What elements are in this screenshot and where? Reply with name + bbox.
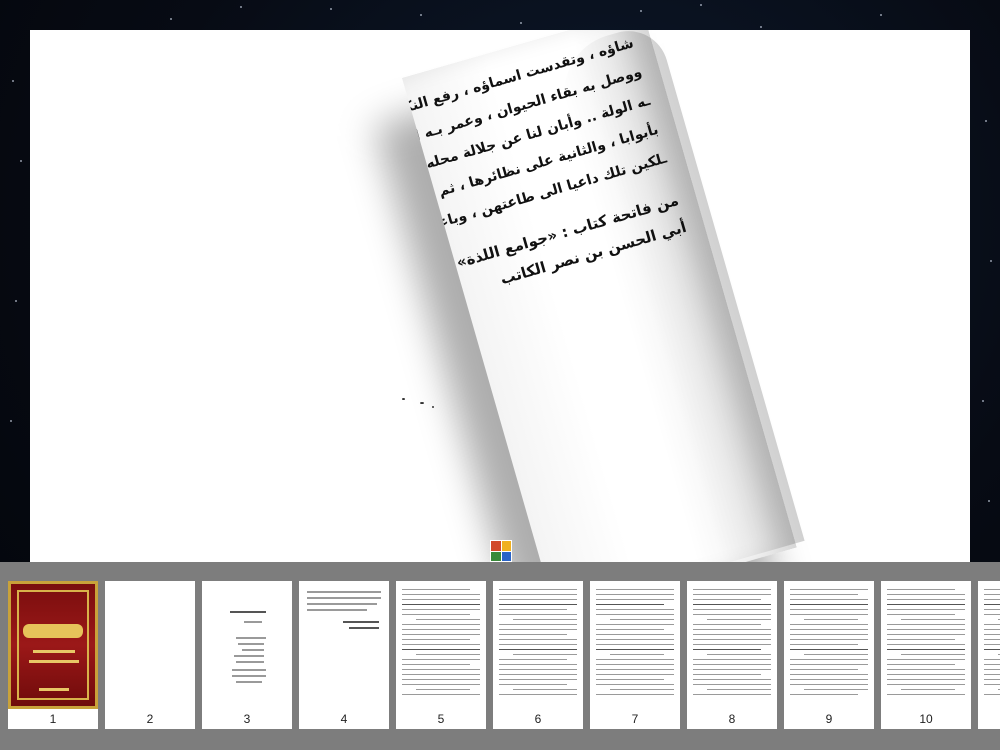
page-thumbnail[interactable]: 9: [784, 581, 874, 729]
star: [15, 300, 17, 302]
reader-page-view[interactable]: شاؤه ، وتقدست اسماؤه ، رفع النكاح ، وأعل…: [30, 30, 970, 562]
thumbnail-strip[interactable]: 1 2 3 4 5 6 7 8 9 10: [0, 562, 1000, 750]
app-logo-icon[interactable]: [490, 540, 512, 562]
star: [10, 420, 12, 422]
page-thumbnail[interactable]: 1: [8, 581, 98, 729]
scan-speck: [432, 406, 434, 408]
thumbnail-page-number: 9: [825, 712, 833, 726]
star: [170, 18, 172, 20]
star: [20, 160, 22, 162]
thumbnail-page-number: 6: [534, 712, 542, 726]
page-thumbnail[interactable]: 2: [105, 581, 195, 729]
page-thumbnail[interactable]: 5: [396, 581, 486, 729]
star: [420, 14, 422, 16]
page-thumbnail[interactable]: 3: [202, 581, 292, 729]
star: [760, 26, 762, 28]
page-thumbnail[interactable]: 6: [493, 581, 583, 729]
star: [12, 80, 14, 82]
star: [520, 22, 522, 24]
scan-speck: [420, 402, 424, 404]
thumbnail-page-number: 2: [146, 712, 154, 726]
page-thumbnail[interactable]: 10: [881, 581, 971, 729]
star: [988, 500, 990, 502]
thumbnail-page-number: 3: [243, 712, 251, 726]
thumbnail-page-number: 4: [340, 712, 348, 726]
star: [990, 260, 992, 262]
thumbnail-page-number: 7: [631, 712, 639, 726]
star: [700, 4, 702, 6]
star: [640, 10, 642, 12]
thumbnail-page-number: 10: [919, 712, 933, 726]
star: [240, 6, 242, 8]
page-thumbnail[interactable]: 8: [687, 581, 777, 729]
thumbnail-page-number: [978, 709, 1000, 729]
page-thumbnail[interactable]: 4: [299, 581, 389, 729]
star: [982, 400, 984, 402]
star: [985, 120, 987, 122]
scan-speck: [402, 398, 405, 400]
star: [330, 8, 332, 10]
thumbnail-page-number: 8: [728, 712, 736, 726]
thumbnail-page-number: 5: [437, 712, 445, 726]
page-thumbnail[interactable]: [978, 581, 1000, 729]
thumbnail-cover-image: [8, 581, 98, 709]
page-thumbnail[interactable]: 7: [590, 581, 680, 729]
star: [880, 14, 882, 16]
thumbnail-page-number: 1: [49, 712, 57, 726]
